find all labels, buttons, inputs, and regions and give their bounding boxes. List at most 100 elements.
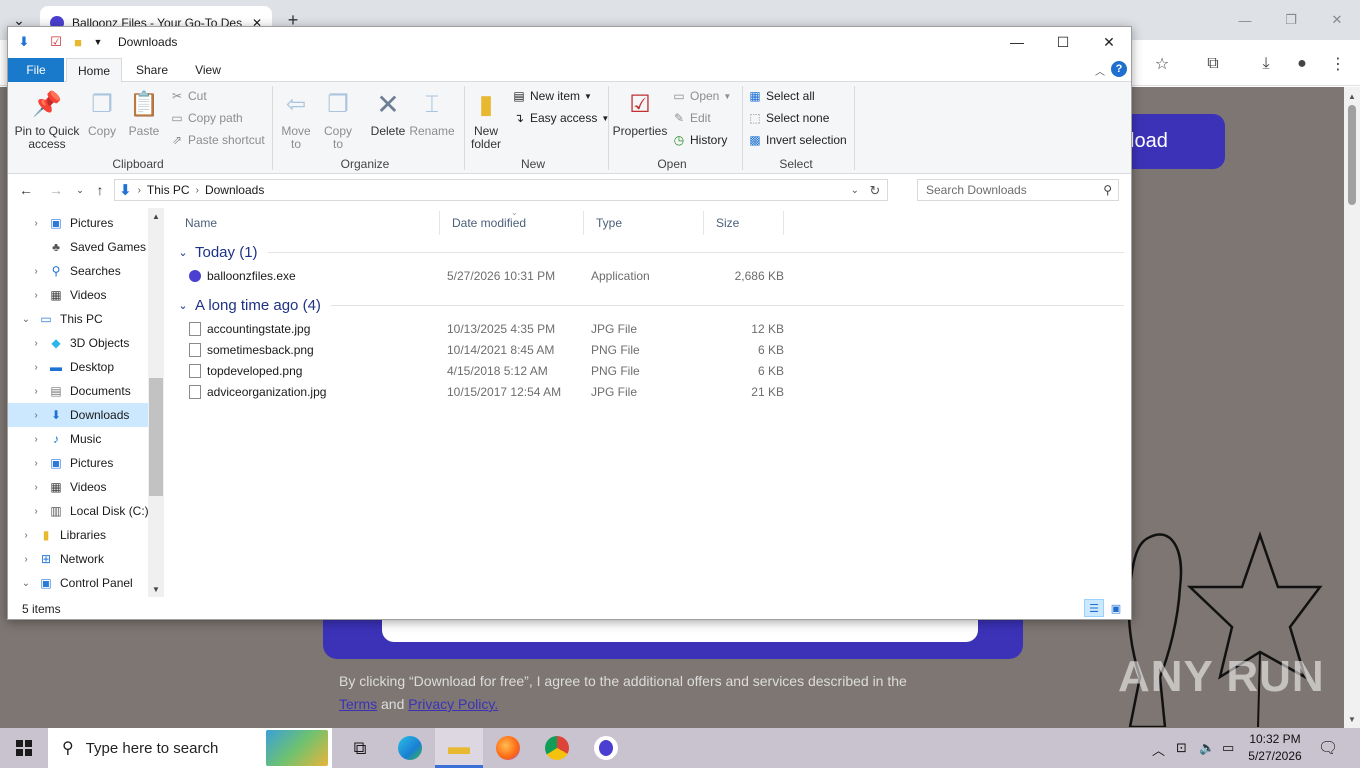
taskbar-search-box[interactable]: ⚲ Type here to search — [48, 728, 332, 768]
page-scroll-thumb[interactable] — [1348, 105, 1356, 205]
properties-button[interactable]: ☑ Properties — [612, 88, 668, 138]
maximize-button[interactable]: ☐ — [1040, 27, 1086, 57]
start-button[interactable] — [0, 728, 48, 768]
privacy-policy-link[interactable]: Privacy Policy. — [408, 696, 498, 712]
history-button[interactable]: ◷ History — [672, 130, 728, 150]
breadcrumb-separator-icon[interactable]: › — [196, 185, 199, 196]
paste-shortcut-button[interactable]: ⇗ Paste shortcut — [170, 130, 265, 150]
notifications-icon[interactable]: 🗨 — [1318, 738, 1338, 758]
extensions-icon[interactable]: ⧉ — [1201, 52, 1225, 76]
expand-chevron-icon[interactable]: › — [20, 530, 32, 541]
browser-minimize-button[interactable]: — — [1222, 0, 1268, 40]
expand-chevron-icon[interactable]: › — [30, 266, 42, 277]
select-none-button[interactable]: ⬚ Select none — [748, 108, 829, 128]
properties-quick-icon[interactable]: ☑ — [48, 34, 64, 50]
firefox-icon[interactable] — [484, 728, 532, 768]
downloads-icon[interactable]: ⤓ — [1254, 52, 1278, 76]
easy-access-button[interactable]: ↴ Easy access ▼ — [512, 108, 609, 128]
move-to-button[interactable]: ⇦ Move to — [278, 88, 314, 151]
search-input[interactable]: Search Downloads ⚲ — [917, 179, 1119, 201]
bookmark-star-icon[interactable]: ☆ — [1150, 52, 1174, 76]
task-view-icon[interactable]: ⧉ — [336, 728, 384, 768]
minimize-button[interactable]: — — [994, 27, 1040, 57]
delete-button[interactable]: ✕ Delete — [368, 88, 408, 138]
copy-button[interactable]: ❐ Copy — [84, 88, 120, 138]
address-dropdown-icon[interactable]: ⌄ — [851, 185, 859, 196]
group-header[interactable]: ⌄ Today (1) — [173, 241, 1128, 263]
balloonz-taskbar-icon[interactable] — [582, 728, 630, 768]
group-collapse-chevron-icon[interactable]: ⌄ — [175, 246, 191, 259]
expand-chevron-icon[interactable]: › — [30, 338, 42, 349]
paste-button[interactable]: 📋 Paste — [126, 88, 162, 138]
close-button[interactable]: ✕ — [1086, 27, 1132, 57]
refresh-icon[interactable]: ↻ — [865, 182, 885, 200]
new-folder-quick-icon[interactable]: ■ — [70, 34, 86, 50]
terms-link[interactable]: Terms — [339, 696, 377, 712]
tab-file[interactable]: File — [8, 58, 64, 82]
help-icon[interactable]: ? — [1111, 61, 1127, 77]
expand-chevron-icon[interactable]: › — [30, 458, 42, 469]
expand-chevron-icon[interactable]: › — [30, 218, 42, 229]
breadcrumb-this-pc[interactable]: This PC — [147, 183, 190, 197]
select-all-button[interactable]: ▦ Select all — [748, 86, 814, 106]
collapse-chevron-icon[interactable]: ⌄ — [20, 314, 32, 325]
expand-chevron-icon[interactable]: › — [30, 362, 42, 373]
browser-close-button[interactable]: ✕ — [1314, 0, 1360, 40]
nav-item-libraries[interactable]: › ▮ Libraries — [8, 523, 148, 547]
copy-to-button[interactable]: ❐ Copy to — [320, 88, 356, 151]
open-button[interactable]: ▭ Open ▼ — [672, 86, 731, 106]
expand-chevron-icon[interactable]: › — [30, 434, 42, 445]
page-scrollbar[interactable]: ▲ ▼ — [1344, 87, 1360, 728]
expand-chevron-icon[interactable]: › — [20, 554, 32, 565]
expand-chevron-icon[interactable]: › — [30, 506, 42, 517]
nav-scroll-down-icon[interactable]: ▼ — [148, 581, 164, 597]
collapse-ribbon-icon[interactable]: ︿ — [1095, 63, 1105, 78]
breadcrumb-separator-icon[interactable]: › — [138, 185, 141, 196]
tab-view[interactable]: View — [180, 58, 236, 82]
keyboard-icon[interactable]: ▭ — [1222, 740, 1234, 756]
tab-home[interactable]: Home — [66, 58, 122, 83]
file-row[interactable]: balloonzfiles.exe 5/27/2026 10:31 PM Appli… — [173, 266, 793, 287]
back-arrow-icon[interactable]: ← — [16, 180, 36, 200]
nav-item-local-disk-c[interactable]: › ▥ Local Disk (C:) — [8, 499, 148, 523]
new-folder-button[interactable]: ▮ New folder — [468, 88, 504, 151]
edge-icon[interactable] — [386, 728, 434, 768]
pin-quick-access-button[interactable]: 📌 Pin to Quick access — [14, 88, 80, 151]
chrome-icon[interactable] — [533, 728, 581, 768]
address-bar[interactable]: ⬇ › This PC › Downloads ⌄ ↻ — [114, 179, 888, 201]
nav-item-videos[interactable]: › ▦ Videos — [8, 283, 148, 307]
column-header-name[interactable]: Name — [173, 211, 440, 235]
nav-item-this-pc[interactable]: ⌄ ▭ This PC — [8, 307, 148, 331]
expand-chevron-icon[interactable]: › — [30, 386, 42, 397]
file-row[interactable]: adviceorganization.jpg 10/15/2017 12:54 A… — [173, 382, 793, 403]
nav-scroll-thumb[interactable] — [149, 378, 163, 496]
menu-icon[interactable]: ⋮ — [1326, 52, 1350, 76]
copy-path-button[interactable]: ▭ Copy path — [170, 108, 242, 128]
up-arrow-icon[interactable]: ↑ — [90, 180, 110, 200]
nav-item-desktop[interactable]: › ▬ Desktop — [8, 355, 148, 379]
new-item-button[interactable]: ▤ New item ▼ — [512, 86, 592, 106]
breadcrumb-downloads[interactable]: Downloads — [205, 183, 264, 197]
forward-arrow-icon[interactable]: → — [46, 180, 66, 200]
nav-item-downloads[interactable]: › ⬇ Downloads — [8, 403, 148, 427]
invert-selection-button[interactable]: ▩ Invert selection — [748, 130, 846, 150]
expand-chevron-icon[interactable]: › — [30, 290, 42, 301]
column-header-size[interactable]: Size — [704, 211, 784, 235]
group-collapse-chevron-icon[interactable]: ⌄ — [175, 299, 191, 312]
nav-item-network[interactable]: › ⊞ Network — [8, 547, 148, 571]
taskbar-clock[interactable]: 10:32 PM 5/27/2026 — [1240, 731, 1310, 765]
large-icons-view-icon[interactable]: ▣ — [1106, 599, 1126, 617]
profile-icon[interactable]: ● — [1290, 52, 1314, 76]
file-row[interactable]: sometimesback.png 10/14/2021 8:45 AM PNG F… — [173, 340, 793, 361]
file-row[interactable]: topdeveloped.png 4/15/2018 5:12 AM PNG Fil… — [173, 361, 793, 382]
nav-item-videos[interactable]: › ▦ Videos — [8, 475, 148, 499]
file-row[interactable]: accountingstate.jpg 10/13/2025 4:35 PM JPG… — [173, 319, 793, 340]
group-header[interactable]: ⌄ A long time ago (4) — [173, 294, 1128, 316]
show-hidden-icons-icon[interactable]: ︿ — [1152, 740, 1165, 759]
column-header-type[interactable]: Type — [584, 211, 704, 235]
nav-item-saved-games[interactable]: ♣ Saved Games — [8, 235, 148, 259]
scroll-up-icon[interactable]: ▲ — [1344, 89, 1360, 103]
edit-button[interactable]: ✎ Edit — [672, 108, 711, 128]
recent-locations-icon[interactable]: ⌄ — [70, 180, 90, 200]
cut-button[interactable]: ✂ Cut — [170, 86, 207, 106]
